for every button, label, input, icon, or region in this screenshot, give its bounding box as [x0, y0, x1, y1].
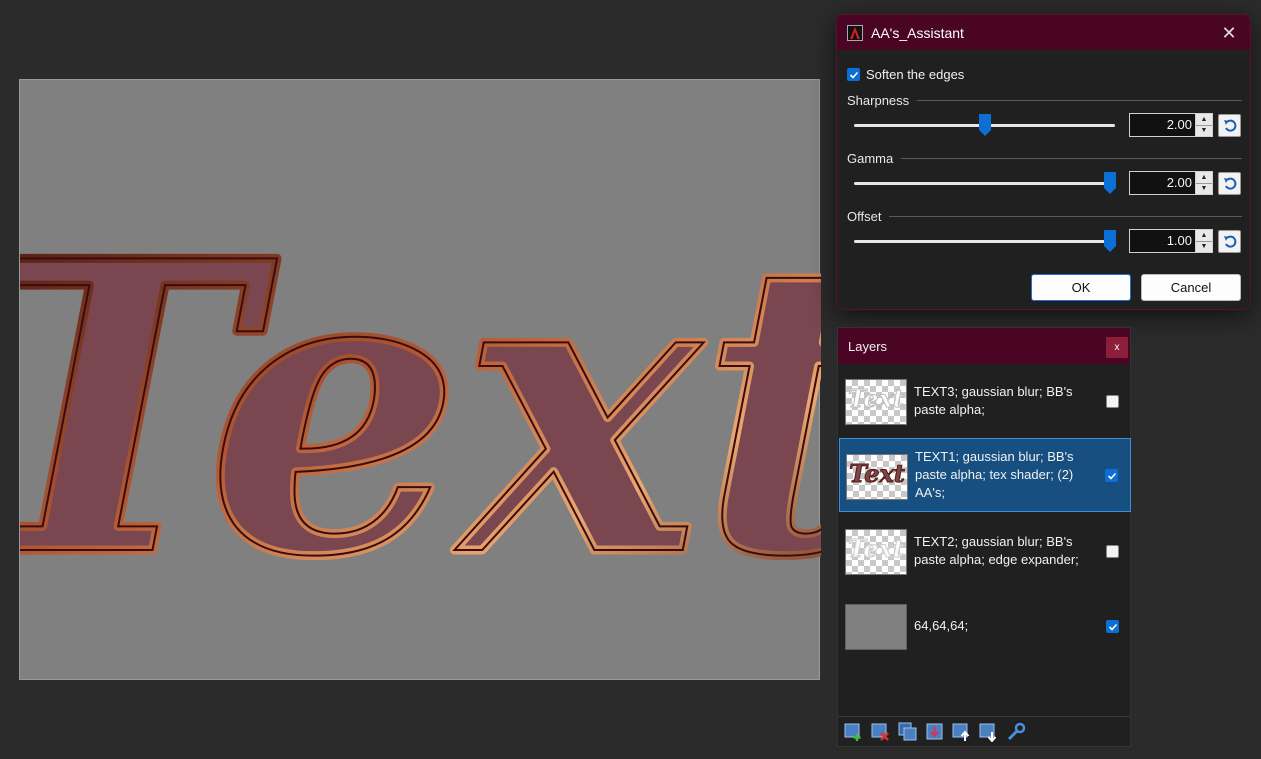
- layer-visibility-checkbox[interactable]: [1106, 545, 1119, 558]
- ok-button[interactable]: OK: [1031, 274, 1131, 301]
- gamma-group-label: Gamma: [847, 151, 1242, 166]
- move-layer-up-icon[interactable]: [952, 722, 972, 742]
- layer-thumbnail: Text: [846, 454, 908, 500]
- layer-thumbnail: Text: [845, 379, 907, 425]
- gamma-value[interactable]: 2.00: [1130, 172, 1195, 194]
- sharpness-value[interactable]: 2.00: [1130, 114, 1195, 136]
- offset-slider-thumb[interactable]: [1104, 230, 1116, 252]
- reset-icon: [1223, 235, 1236, 248]
- move-layer-down-icon[interactable]: [979, 722, 999, 743]
- offset-reset-button[interactable]: [1218, 230, 1241, 253]
- soften-edges-label: Soften the edges: [866, 67, 965, 82]
- merge-down-icon[interactable]: [925, 722, 945, 742]
- layers-toolbar: [838, 716, 1130, 746]
- layer-thumbnail: [845, 604, 907, 650]
- gamma-spinbox[interactable]: 2.00 ▲ ▼: [1129, 171, 1213, 195]
- sharpness-slider[interactable]: [854, 114, 1115, 136]
- sharpness-label: Sharpness: [847, 93, 910, 108]
- spin-down-icon[interactable]: ▼: [1196, 241, 1212, 252]
- layers-panel: Layers x Text TEXT3; gaussian blur; BB's…: [837, 327, 1131, 747]
- checkbox-checked-icon[interactable]: [847, 68, 860, 81]
- add-layer-icon[interactable]: [844, 722, 864, 742]
- layer-name: 64,64,64;: [914, 618, 969, 633]
- spin-up-icon[interactable]: ▲: [1196, 230, 1212, 242]
- layers-titlebar[interactable]: Layers x: [838, 328, 1130, 364]
- gamma-label: Gamma: [847, 151, 894, 166]
- gamma-reset-button[interactable]: [1218, 172, 1241, 195]
- duplicate-layer-icon[interactable]: [898, 722, 918, 742]
- layer-row[interactable]: Text TEXT2; gaussian blur; BB's paste al…: [839, 514, 1131, 588]
- close-icon[interactable]: x: [1106, 337, 1128, 358]
- layer-visibility-checkbox[interactable]: [1106, 395, 1119, 408]
- reset-icon: [1223, 119, 1236, 132]
- aa-assistant-dialog: AA's_Assistant ✕ Soften the edges Sharpn…: [836, 14, 1251, 310]
- sharpness-group-label: Sharpness: [847, 93, 1242, 108]
- sharpness-slider-thumb[interactable]: [979, 114, 991, 136]
- cancel-button[interactable]: Cancel: [1141, 274, 1241, 301]
- layers-title: Layers: [848, 338, 888, 354]
- offset-slider[interactable]: [854, 230, 1116, 252]
- offset-value[interactable]: 1.00: [1130, 230, 1195, 252]
- reset-icon: [1223, 177, 1236, 190]
- spin-down-icon[interactable]: ▼: [1196, 183, 1212, 194]
- delete-layer-icon[interactable]: [871, 722, 891, 742]
- layer-visibility-checkbox[interactable]: [1105, 469, 1118, 482]
- layer-visibility-checkbox[interactable]: [1106, 620, 1119, 633]
- gamma-slider[interactable]: [854, 172, 1116, 194]
- layer-name: TEXT1; gaussian blur; BB's paste alpha; …: [915, 449, 1074, 500]
- dialog-title: AA's_Assistant: [871, 24, 964, 41]
- app-icon: [847, 24, 863, 41]
- layer-thumbnail: Text: [845, 529, 907, 575]
- offset-group-label: Offset: [847, 209, 1242, 224]
- spin-down-icon[interactable]: ▼: [1196, 125, 1212, 136]
- offset-spinbox[interactable]: 1.00 ▲ ▼: [1129, 229, 1213, 253]
- layer-row[interactable]: Text TEXT3; gaussian blur; BB's paste al…: [839, 364, 1131, 438]
- gamma-slider-thumb[interactable]: [1104, 172, 1116, 194]
- close-icon[interactable]: ✕: [1216, 20, 1242, 46]
- layer-name: TEXT3; gaussian blur; BB's paste alpha;: [914, 384, 1073, 417]
- layer-row-selected[interactable]: Text TEXT1; gaussian blur; BB's paste al…: [839, 438, 1131, 512]
- layer-properties-icon[interactable]: [1006, 722, 1026, 742]
- layer-row[interactable]: 64,64,64;: [839, 589, 1131, 663]
- soften-edges-checkbox[interactable]: Soften the edges: [847, 67, 964, 82]
- canvas-text-outline: Text: [20, 175, 821, 645]
- layer-name: TEXT2; gaussian blur; BB's paste alpha; …: [914, 534, 1079, 567]
- spin-up-icon[interactable]: ▲: [1196, 172, 1212, 184]
- spin-up-icon[interactable]: ▲: [1196, 114, 1212, 126]
- sharpness-spinbox[interactable]: 2.00 ▲ ▼: [1129, 113, 1213, 137]
- canvas-artwork: Text Text: [20, 171, 821, 650]
- sharpness-reset-button[interactable]: [1218, 114, 1241, 137]
- dialog-titlebar[interactable]: AA's_Assistant ✕: [837, 15, 1250, 50]
- image-canvas[interactable]: Text Text: [19, 79, 821, 680]
- offset-label: Offset: [847, 209, 882, 224]
